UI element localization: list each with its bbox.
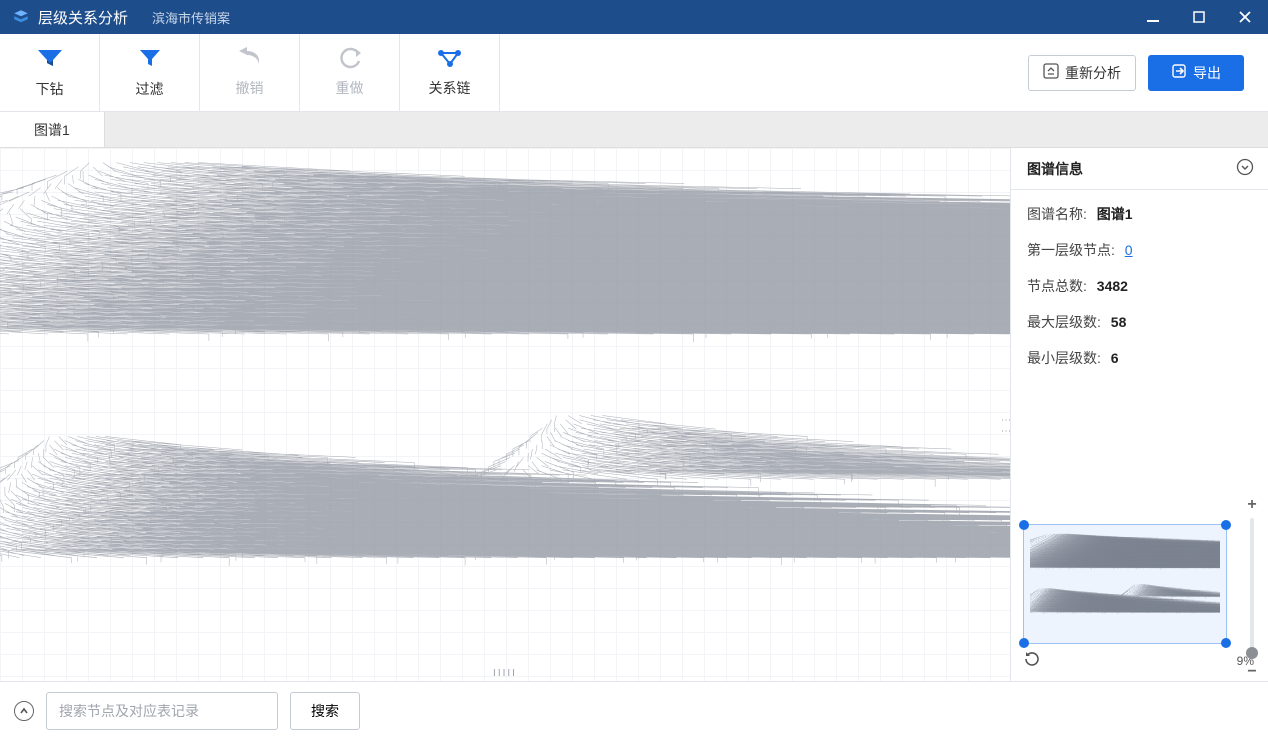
filter-label: 过滤 bbox=[136, 79, 164, 99]
min-levels-label: 最小层级数: bbox=[1027, 350, 1101, 366]
drill-icon bbox=[36, 46, 64, 73]
search-input[interactable] bbox=[46, 692, 278, 730]
export-icon bbox=[1171, 63, 1187, 82]
app-title: 层级关系分析 bbox=[38, 7, 128, 28]
minimap-handle-tl[interactable] bbox=[1019, 520, 1029, 530]
max-levels-label: 最大层级数: bbox=[1027, 314, 1101, 330]
redo-icon bbox=[338, 47, 362, 72]
minimap-footer: 9% bbox=[1023, 644, 1256, 675]
minimap[interactable] bbox=[1023, 524, 1227, 644]
zoom-in-button[interactable]: + bbox=[1243, 496, 1261, 514]
undo-icon bbox=[237, 47, 263, 72]
min-levels-value: 6 bbox=[1111, 350, 1119, 366]
graph-canvas[interactable]: ⋮⋮ IIIII bbox=[0, 148, 1010, 681]
first-level-label: 第一层级节点: bbox=[1027, 242, 1115, 258]
minimap-region: + − 9% bbox=[1011, 514, 1268, 681]
reanalyze-button[interactable]: 重新分析 bbox=[1028, 55, 1136, 91]
maximize-button[interactable] bbox=[1176, 0, 1222, 34]
toolbar-left: 下钻 过滤 撤销 重做 关系链 bbox=[0, 34, 500, 111]
minimap-handle-br[interactable] bbox=[1221, 638, 1231, 648]
undo-label: 撤销 bbox=[236, 78, 264, 98]
chain-button[interactable]: 关系链 bbox=[400, 34, 500, 111]
info-first-level-nodes: 第一层级节点: 0 bbox=[1027, 240, 1252, 260]
minimize-button[interactable] bbox=[1130, 0, 1176, 34]
redo-label: 重做 bbox=[336, 78, 364, 98]
info-panel: 图谱信息 图谱名称: 图谱1 第一层级节点: 0 节点总数: 3482 最大层级… bbox=[1010, 148, 1268, 681]
total-nodes-value: 3482 bbox=[1097, 278, 1128, 294]
window-controls bbox=[1130, 0, 1268, 34]
info-min-levels: 最小层级数: 6 bbox=[1027, 348, 1252, 368]
panel-title: 图谱信息 bbox=[1027, 159, 1083, 179]
collapse-icon[interactable] bbox=[1236, 158, 1254, 179]
app-icon bbox=[12, 8, 30, 26]
minimap-handle-bl[interactable] bbox=[1019, 638, 1029, 648]
reanalyze-icon bbox=[1043, 63, 1059, 82]
tabstrip: 图谱1 bbox=[0, 112, 1268, 148]
first-level-value[interactable]: 0 bbox=[1125, 242, 1133, 258]
horizontal-splitter[interactable]: IIIII bbox=[493, 668, 517, 679]
chain-label: 关系链 bbox=[429, 78, 471, 98]
max-levels-value: 58 bbox=[1111, 314, 1127, 330]
info-max-levels: 最大层级数: 58 bbox=[1027, 312, 1252, 332]
export-label: 导出 bbox=[1193, 63, 1221, 83]
info-list: 图谱名称: 图谱1 第一层级节点: 0 节点总数: 3482 最大层级数: 58… bbox=[1011, 190, 1268, 382]
bottombar: 搜索 bbox=[0, 681, 1268, 739]
toolbar-right: 重新分析 导出 bbox=[1028, 55, 1258, 91]
drill-label: 下钻 bbox=[36, 79, 64, 99]
minimap-thumbnail bbox=[1030, 531, 1220, 637]
expand-icon[interactable] bbox=[14, 701, 34, 721]
search-button[interactable]: 搜索 bbox=[290, 692, 360, 730]
zoom-track[interactable] bbox=[1250, 518, 1254, 659]
tab-graph1[interactable]: 图谱1 bbox=[0, 112, 105, 147]
info-total-nodes: 节点总数: 3482 bbox=[1027, 276, 1252, 296]
export-button[interactable]: 导出 bbox=[1148, 55, 1244, 91]
drill-button[interactable]: 下钻 bbox=[0, 34, 100, 111]
name-label: 图谱名称: bbox=[1027, 206, 1087, 222]
graph-visualization bbox=[0, 148, 1010, 681]
close-button[interactable] bbox=[1222, 0, 1268, 34]
filter-button[interactable]: 过滤 bbox=[100, 34, 200, 111]
main-area: ⋮⋮ IIIII 图谱信息 图谱名称: 图谱1 第一层级节点: 0 节点总数: … bbox=[0, 148, 1268, 681]
toolbar: 下钻 过滤 撤销 重做 关系链 bbox=[0, 34, 1268, 112]
case-name: 滨海市传销案 bbox=[152, 8, 230, 27]
titlebar: 层级关系分析 滨海市传销案 bbox=[0, 0, 1268, 34]
undo-button[interactable]: 撤销 bbox=[200, 34, 300, 111]
panel-header: 图谱信息 bbox=[1011, 148, 1268, 190]
tab-graph1-label: 图谱1 bbox=[34, 120, 70, 140]
minimap-handle-tr[interactable] bbox=[1221, 520, 1231, 530]
info-graph-name: 图谱名称: 图谱1 bbox=[1027, 204, 1252, 224]
redo-button[interactable]: 重做 bbox=[300, 34, 400, 111]
name-value: 图谱1 bbox=[1097, 206, 1133, 222]
total-nodes-label: 节点总数: bbox=[1027, 278, 1087, 294]
refresh-icon[interactable] bbox=[1023, 650, 1041, 671]
zoom-thumb[interactable] bbox=[1246, 647, 1258, 659]
zoom-slider-col: + − bbox=[1238, 496, 1266, 681]
reanalyze-label: 重新分析 bbox=[1065, 63, 1121, 83]
zoom-out-button[interactable]: − bbox=[1243, 663, 1261, 681]
vertical-splitter[interactable]: ⋮⋮ bbox=[1000, 415, 1010, 437]
filter-icon bbox=[137, 46, 163, 73]
chain-icon bbox=[436, 47, 464, 72]
